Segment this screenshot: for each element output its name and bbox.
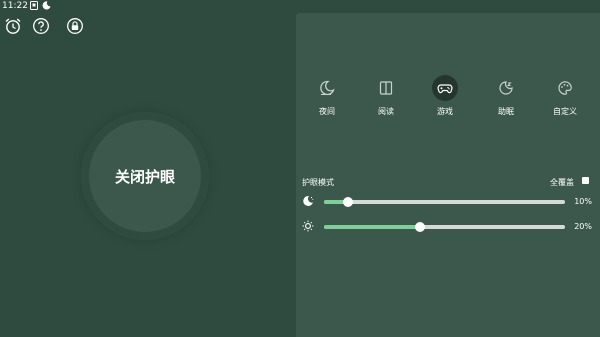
alarm-icon[interactable] — [4, 17, 22, 35]
mode-label: 自定义 — [553, 107, 577, 116]
moon-status-icon — [42, 1, 51, 14]
mode-label: 游戏 — [437, 107, 453, 116]
mode-night[interactable]: 夜间 — [302, 75, 352, 117]
dim-slider-track[interactable] — [324, 197, 565, 207]
sleep-icon — [493, 75, 519, 101]
status-bar: 11:22 — [0, 0, 600, 12]
brightness-slider-track[interactable] — [324, 222, 565, 232]
book-icon — [373, 75, 399, 101]
full-overlay-checkbox[interactable] — [582, 177, 589, 184]
main-button-label: 关闭护眼 — [114, 167, 175, 186]
mode-reading[interactable]: 阅读 — [361, 75, 411, 117]
mode-game[interactable]: 游戏 — [420, 75, 470, 117]
help-icon[interactable] — [32, 17, 50, 35]
mode-label: 夜间 — [319, 107, 335, 116]
brightness-slider-row: 20% — [302, 220, 598, 234]
brightness-slider-fill — [324, 225, 421, 229]
moon-icon — [314, 75, 340, 101]
palette-icon — [552, 75, 578, 101]
notification-icon — [30, 1, 38, 14]
eye-mode-label: 护眼模式 — [302, 178, 334, 187]
gamepad-icon — [432, 75, 458, 101]
dim-slider-row: 10% — [302, 195, 598, 209]
lock-icon[interactable] — [66, 17, 84, 35]
mode-sleep[interactable]: 助眠 — [481, 75, 531, 117]
dim-value: 10% — [574, 197, 592, 206]
mode-label: 阅读 — [378, 107, 394, 116]
settings-panel: 夜间 阅读 游戏 助眠 自定义 护眼模式 全覆盖 10% 20% — [296, 13, 600, 337]
eye-protection-toggle-button[interactable]: 关闭护眼 — [89, 120, 201, 232]
status-time: 11:22 — [2, 1, 28, 11]
full-overlay-label: 全覆盖 — [550, 178, 574, 187]
mode-label: 助眠 — [498, 107, 514, 116]
brightness-value: 20% — [574, 222, 592, 231]
mode-custom[interactable]: 自定义 — [540, 75, 590, 117]
dim-slider-thumb[interactable] — [343, 197, 354, 207]
moon-icon — [302, 195, 314, 207]
sun-icon — [302, 220, 314, 232]
brightness-slider-thumb[interactable] — [415, 222, 426, 232]
